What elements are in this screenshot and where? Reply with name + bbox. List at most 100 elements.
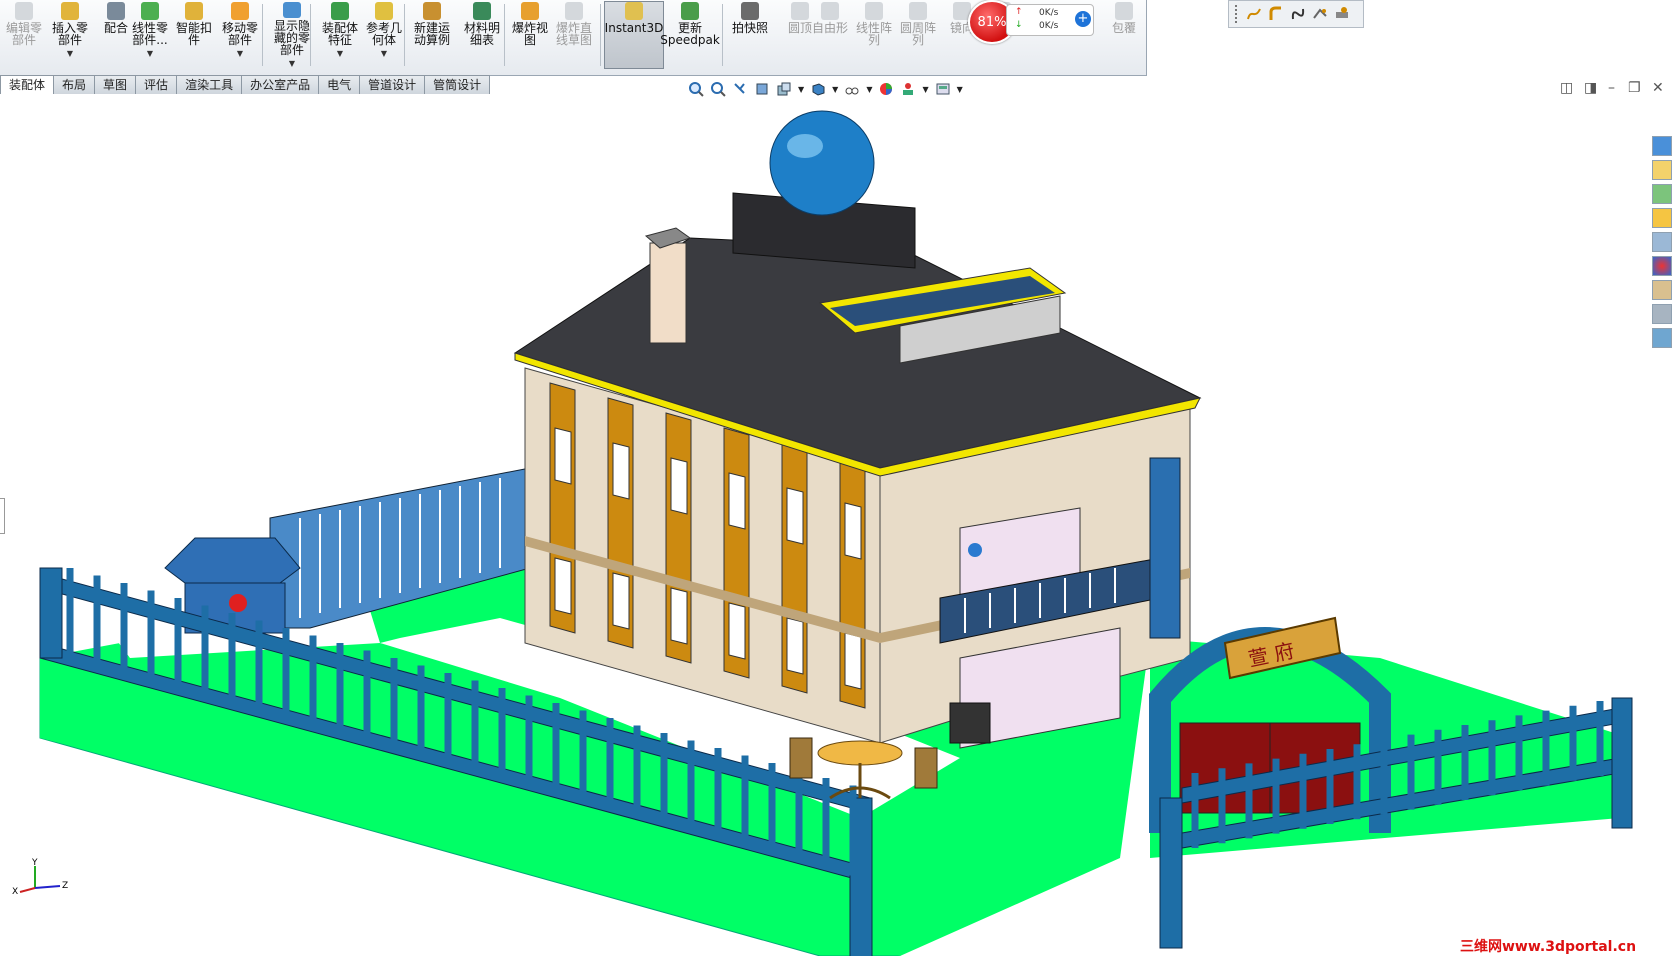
spline-icon[interactable] [1246,6,1262,22]
close-icon[interactable]: ✕ [1652,80,1664,96]
tab-7[interactable]: 管道设计 [359,75,426,94]
freeform-label: 自由形 [811,21,848,35]
snapshot-label: 拍快照 [731,21,768,35]
watermark-text: 三维网www.3dportal.cn [1460,939,1637,955]
dropdown-arrow-icon[interactable]: ▼ [832,85,838,94]
linear-array-icon [865,2,883,20]
dropdown-arrow-icon[interactable]: ▼ [67,48,73,60]
minimize-icon[interactable]: – [1608,80,1615,96]
mate-icon [107,2,125,20]
section-view-icon[interactable] [754,81,770,97]
tab-6[interactable]: 电气 [318,75,361,94]
ribbon-separator [504,4,505,66]
curve-icon[interactable] [1290,6,1306,22]
tab-3[interactable]: 评估 [135,75,178,94]
tab-2[interactable]: 草图 [94,75,137,94]
bom-icon [473,2,491,20]
show-hidden-button[interactable]: 显示隐 藏的零 部件 ▼ [270,2,314,70]
view-settings-icon[interactable] [935,81,951,97]
linear-array-button[interactable]: 线性阵 列 [852,2,896,70]
explode-line-label: 爆炸直 线草图 [555,21,592,47]
toolbar-grip[interactable] [1235,5,1240,23]
dropdown-arrow-icon[interactable]: ▼ [798,85,804,94]
view-orientation-icon[interactable] [776,81,792,97]
sketch-toolbar [1228,0,1364,28]
heads-up-view-toolbar: ▼ ▼ ▼ ▼ ▼ [688,80,963,98]
scene-icon[interactable] [900,81,916,97]
dropdown-arrow-icon[interactable]: ▼ [381,48,387,60]
appearance-icon[interactable] [878,81,894,97]
dropdown-arrow-icon[interactable]: ▼ [237,48,243,60]
insert-part-button[interactable]: 插入零 部件 ▼ [48,2,92,70]
wrap-icon [1115,2,1133,20]
roof-sphere [769,110,875,216]
new-motion-button[interactable]: 新建运 动算例 [410,2,454,70]
speedpak-label: 更新 Speedpak [660,21,720,47]
bom-button[interactable]: 材料明 细表 [460,2,504,70]
ref-geometry-button[interactable]: 参考几 何体 ▼ [362,2,406,70]
instant3d-icon [625,2,643,20]
freeform-button[interactable]: 自由形 [808,2,852,70]
tab-0[interactable]: 装配体 [0,75,55,94]
split-viewport-icon[interactable]: ◨ [1584,80,1597,96]
circular-array-label: 圆周阵 列 [899,21,936,47]
linear-pattern-label: 线性零 部件... [131,21,168,47]
smart-fastener-button[interactable]: 智能扣 件 [172,2,216,70]
instant3d-button[interactable]: Instant3D [604,2,664,70]
linear-pattern-button[interactable]: 线性零 部件... ▼ [128,2,172,70]
svg-text:X: X [12,887,18,897]
wrap-label: 包覆 [1111,21,1136,35]
dropdown-arrow-icon[interactable]: ▼ [337,48,343,60]
tab-1[interactable]: 布局 [53,75,96,94]
loft-icon[interactable] [1312,6,1328,22]
mate-label: 配合 [103,21,128,35]
previous-view-icon[interactable] [732,81,748,97]
assembly-feature-button[interactable]: 装配体 特征 ▼ [318,2,362,70]
circular-array-button[interactable]: 圆周阵 列 [896,2,940,70]
exploded-view-label: 爆炸视 图 [511,21,548,47]
circular-array-icon [909,2,927,20]
wrap-button[interactable]: 包覆 [1102,2,1146,70]
edit-component-icon [15,2,33,20]
zoom-to-fit-icon[interactable] [688,81,704,97]
svg-text:Z: Z [62,881,68,891]
svg-text:Y: Y [31,858,38,868]
speedpak-icon [681,2,699,20]
dropdown-arrow-icon[interactable]: ▼ [289,58,295,70]
chimney [644,227,692,344]
sweep-icon[interactable] [1268,6,1284,22]
explode-line-button[interactable]: 爆炸直 线草图 [552,2,596,70]
tab-5[interactable]: 办公室产品 [241,75,320,94]
zoom-area-icon[interactable] [710,81,726,97]
speedpak-button[interactable]: 更新 Speedpak [660,2,720,70]
tab-4[interactable]: 渲染工具 [176,75,243,94]
assembly-feature-label: 装配体 特征 [321,21,358,47]
assembly-feature-icon [331,2,349,20]
surface-icon[interactable] [1334,6,1350,22]
snapshot-button[interactable]: 拍快照 [728,2,772,70]
maximize-icon[interactable]: ❐ [1628,80,1641,96]
hide-show-items-icon[interactable] [844,81,860,97]
motion-study-icon [423,2,441,20]
explode-line-icon [565,2,583,20]
graphics-area[interactable]: 萱 府 [0,98,1676,956]
edit-part-button[interactable]: 编辑零 部件 [2,2,46,70]
exploded-view-icon [521,2,539,20]
restore-viewport-icon[interactable]: ◫ [1560,80,1573,96]
exploded-view-button[interactable]: 爆炸视 图 [508,2,552,70]
ref-geometry-label: 参考几 何体 [365,21,402,47]
dropdown-arrow-icon[interactable]: ▼ [957,85,963,94]
display-style-icon[interactable] [810,81,826,97]
reference-geometry-icon [375,2,393,20]
move-part-button[interactable]: 移动零 部件 ▼ [218,2,262,70]
dropdown-arrow-icon[interactable]: ▼ [922,85,928,94]
dropdown-arrow-icon[interactable]: ▼ [866,85,872,94]
linear-array-label: 线性阵 列 [855,21,892,47]
network-monitor-widget[interactable]: 81% ↑ 0K/s ↓ 0K/s + [968,0,1098,44]
show-hidden-label: 显示隐 藏的零 部件 [273,19,310,57]
instant3d-label: Instant3D [604,21,664,35]
add-icon[interactable]: + [1075,11,1091,27]
door-step [949,702,991,744]
dropdown-arrow-icon[interactable]: ▼ [147,48,153,60]
tab-8[interactable]: 管筒设计 [424,75,491,94]
